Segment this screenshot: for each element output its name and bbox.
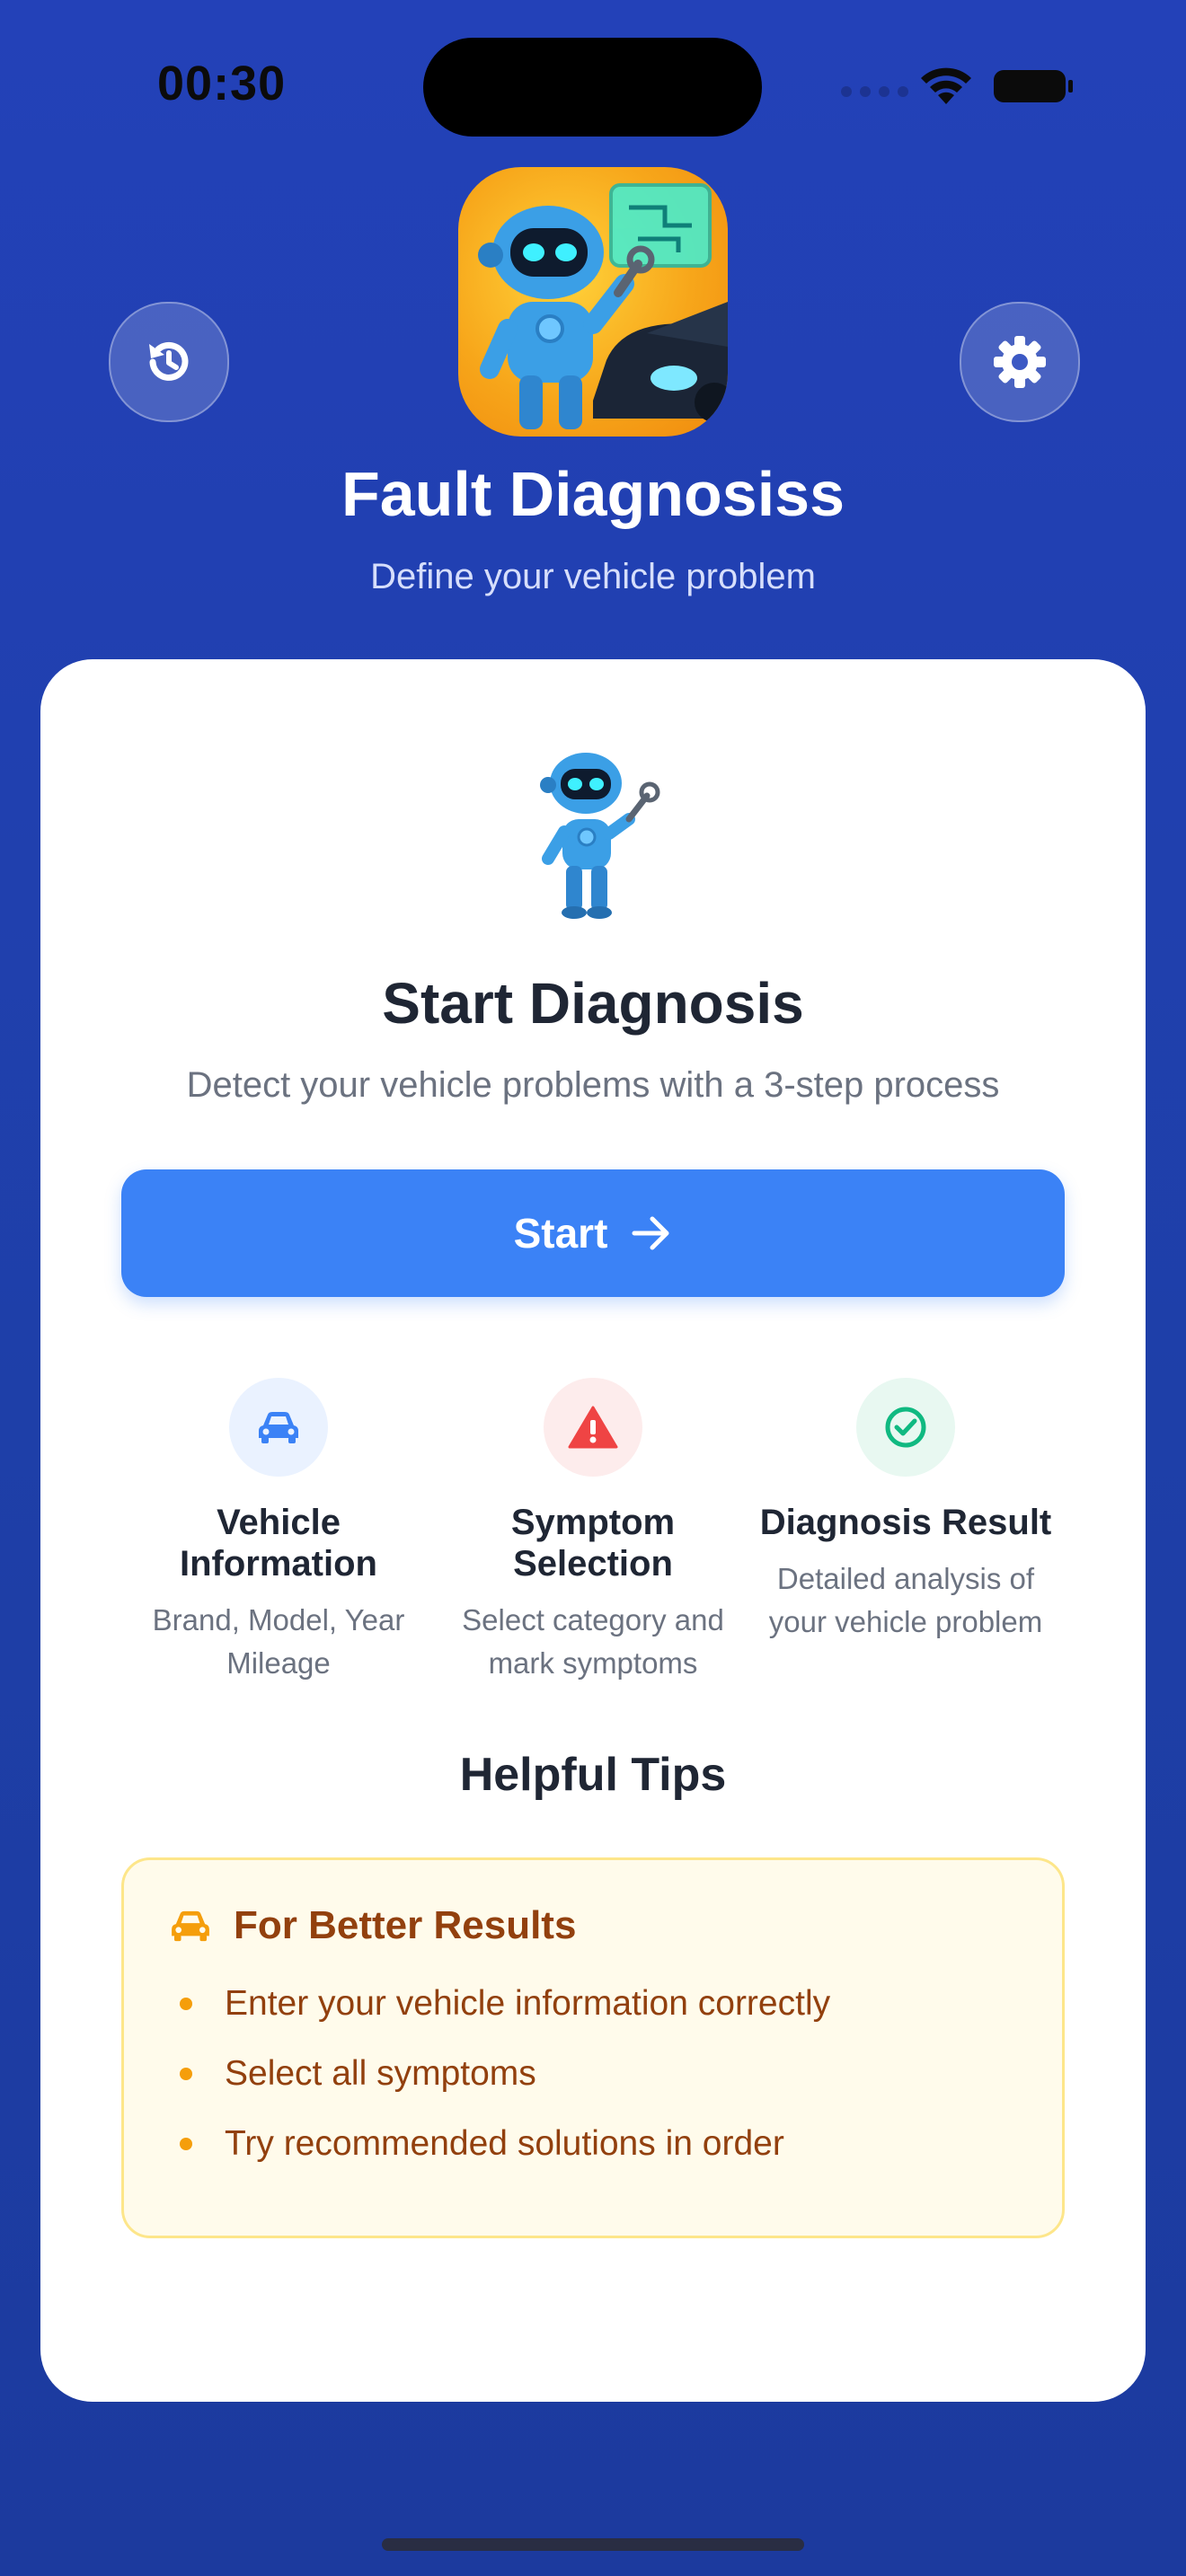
tip-text: Try recommended solutions in order — [225, 2124, 784, 2163]
step-description: Select category and mark symptoms — [462, 1603, 724, 1680]
step-icon-circle — [229, 1378, 328, 1477]
card-description: Detect your vehicle problems with a 3-st… — [186, 1065, 1000, 1105]
step-icon-circle — [544, 1378, 642, 1477]
tips-header: For Better Results — [169, 1903, 576, 1948]
tips-box: For Better Results Enter your vehicle in… — [121, 1857, 1065, 2238]
robot-mechanic-icon — [540, 753, 660, 919]
card-title: Start Diagnosis — [382, 971, 804, 1036]
wifi-icon — [921, 67, 971, 104]
app-logo — [458, 167, 728, 437]
status-bar: 00:30 — [0, 0, 1186, 171]
step-diagnosis-result: Diagnosis Result Detailed analysis of yo… — [753, 1378, 1058, 1644]
history-button[interactable] — [109, 302, 229, 422]
car-icon — [172, 1910, 209, 1942]
settings-button[interactable] — [960, 302, 1080, 422]
step-description: Brand, Model, Year Mileage — [152, 1603, 405, 1680]
status-time: 00:30 — [157, 57, 287, 110]
start-button-label: Start — [513, 1210, 608, 1257]
check-circle-icon — [885, 1407, 926, 1448]
tips-title: Helpful Tips — [459, 1749, 727, 1801]
bullet-icon — [180, 2138, 192, 2150]
step-title: Vehicle Information — [180, 1503, 377, 1584]
robot-mechanic-logo-icon — [478, 183, 728, 429]
history-icon — [149, 341, 189, 381]
arrow-right-icon — [632, 1216, 669, 1250]
tip-item: Try recommended solutions in order — [180, 2124, 784, 2164]
home-indicator[interactable] — [382, 2538, 804, 2551]
bullet-icon — [180, 1998, 192, 2010]
cellular-signal-icon — [841, 86, 908, 97]
tip-text: Select all symptoms — [225, 2054, 536, 2093]
dynamic-island — [423, 38, 762, 137]
battery-icon — [994, 70, 1073, 102]
gear-icon — [994, 336, 1046, 388]
step-title: Symptom Selection — [510, 1503, 676, 1584]
step-vehicle-information: Vehicle Information Brand, Model, Year M… — [126, 1378, 431, 1685]
page-title: Fault Diagnosiss — [341, 459, 845, 529]
step-description: Detailed analysis of your vehicle proble… — [768, 1562, 1043, 1638]
start-button[interactable]: Start — [121, 1169, 1065, 1297]
car-icon — [259, 1412, 298, 1443]
step-title: Diagnosis Result — [759, 1503, 1052, 1542]
bullet-icon — [180, 2068, 192, 2080]
page-subtitle: Define your vehicle problem — [370, 557, 816, 596]
tip-text: Enter your vehicle information correctly — [225, 1984, 831, 2023]
tips-box-title: For Better Results — [234, 1903, 577, 1947]
tip-item: Enter your vehicle information correctly — [180, 1984, 830, 2024]
step-icon-circle — [856, 1378, 955, 1477]
step-symptom-selection: Symptom Selection Select category and ma… — [440, 1378, 746, 1685]
warning-icon — [568, 1406, 618, 1449]
tip-item: Select all symptoms — [180, 2054, 536, 2094]
